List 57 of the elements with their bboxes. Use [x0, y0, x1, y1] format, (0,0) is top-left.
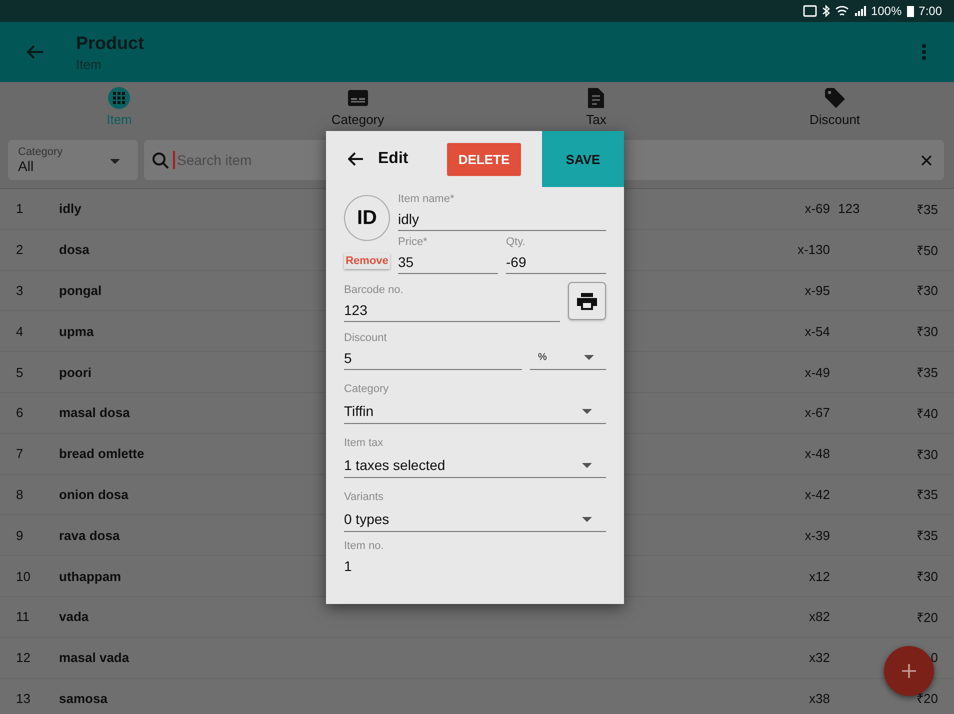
item-price: ₹40 — [916, 404, 938, 422]
item-name: rava dosa — [59, 528, 120, 543]
item-stock: x82 — [808, 609, 830, 624]
row-number: 2 — [15, 242, 24, 258]
item-name: bread omlette — [59, 446, 144, 462]
item-price: ₹20 — [916, 690, 938, 708]
row-number: 4 — [15, 324, 24, 339]
item-price: 0 — [930, 650, 938, 666]
item-price: ₹35 — [916, 527, 938, 544]
row-number: 5 — [15, 364, 24, 380]
item-name: masal dosa — [59, 405, 130, 420]
row-number: 13 — [15, 690, 32, 706]
item-name: samosa — [59, 690, 108, 706]
item-stock: x-42 — [804, 486, 830, 502]
item-stock: x38 — [808, 690, 830, 706]
item-price: ₹30 — [916, 282, 938, 300]
row-number: 8 — [15, 486, 24, 502]
row-number: 6 — [15, 405, 24, 420]
item-price: ₹20 — [916, 608, 938, 626]
item-stock: x-67 — [804, 405, 830, 420]
item-name: pongal — [59, 282, 102, 298]
item-price: ₹50 — [916, 242, 938, 259]
item-name: masal vada — [59, 650, 130, 666]
item-name: upma — [59, 324, 94, 339]
item-price: ₹30 — [916, 568, 938, 586]
item-price: ₹30 — [916, 323, 938, 340]
row-number: 7 — [15, 446, 24, 462]
row-number: 3 — [15, 282, 24, 298]
clock: 7:00 — [918, 4, 942, 18]
item-stock: x12 — [808, 568, 830, 584]
item-name: uthappam — [59, 568, 122, 584]
item-name: dosa — [59, 242, 90, 258]
item-stock: x-54 — [804, 324, 830, 339]
row-number: 1 — [15, 201, 24, 216]
item-barcode: 123 — [838, 201, 860, 216]
item-price: ₹35 — [916, 364, 938, 382]
item-stock: x-49 — [804, 364, 830, 380]
dialog-title: Edit — [378, 150, 410, 168]
item-price: ₹35 — [916, 486, 938, 504]
item-price: ₹30 — [916, 446, 938, 463]
item-stock: x-130 — [796, 242, 830, 258]
item-stock: x-48 — [804, 446, 830, 462]
item-name: vada — [59, 609, 89, 624]
item-stock: x32 — [808, 650, 830, 666]
row-number: 12 — [15, 650, 32, 666]
item-stock: x-39 — [804, 528, 830, 543]
item-stock: x-95 — [804, 282, 830, 298]
item-price: ₹35 — [916, 200, 938, 218]
battery-level: 100% — [870, 4, 902, 18]
item-stock: x-69 — [804, 201, 830, 216]
item-name: onion dosa — [59, 486, 128, 502]
page-title: Product — [76, 32, 146, 54]
row-number: 10 — [15, 568, 32, 584]
row-number: 11 — [15, 609, 30, 624]
item-name: poori — [59, 364, 92, 380]
item-name: idly — [59, 201, 82, 216]
row-number: 9 — [15, 528, 24, 543]
